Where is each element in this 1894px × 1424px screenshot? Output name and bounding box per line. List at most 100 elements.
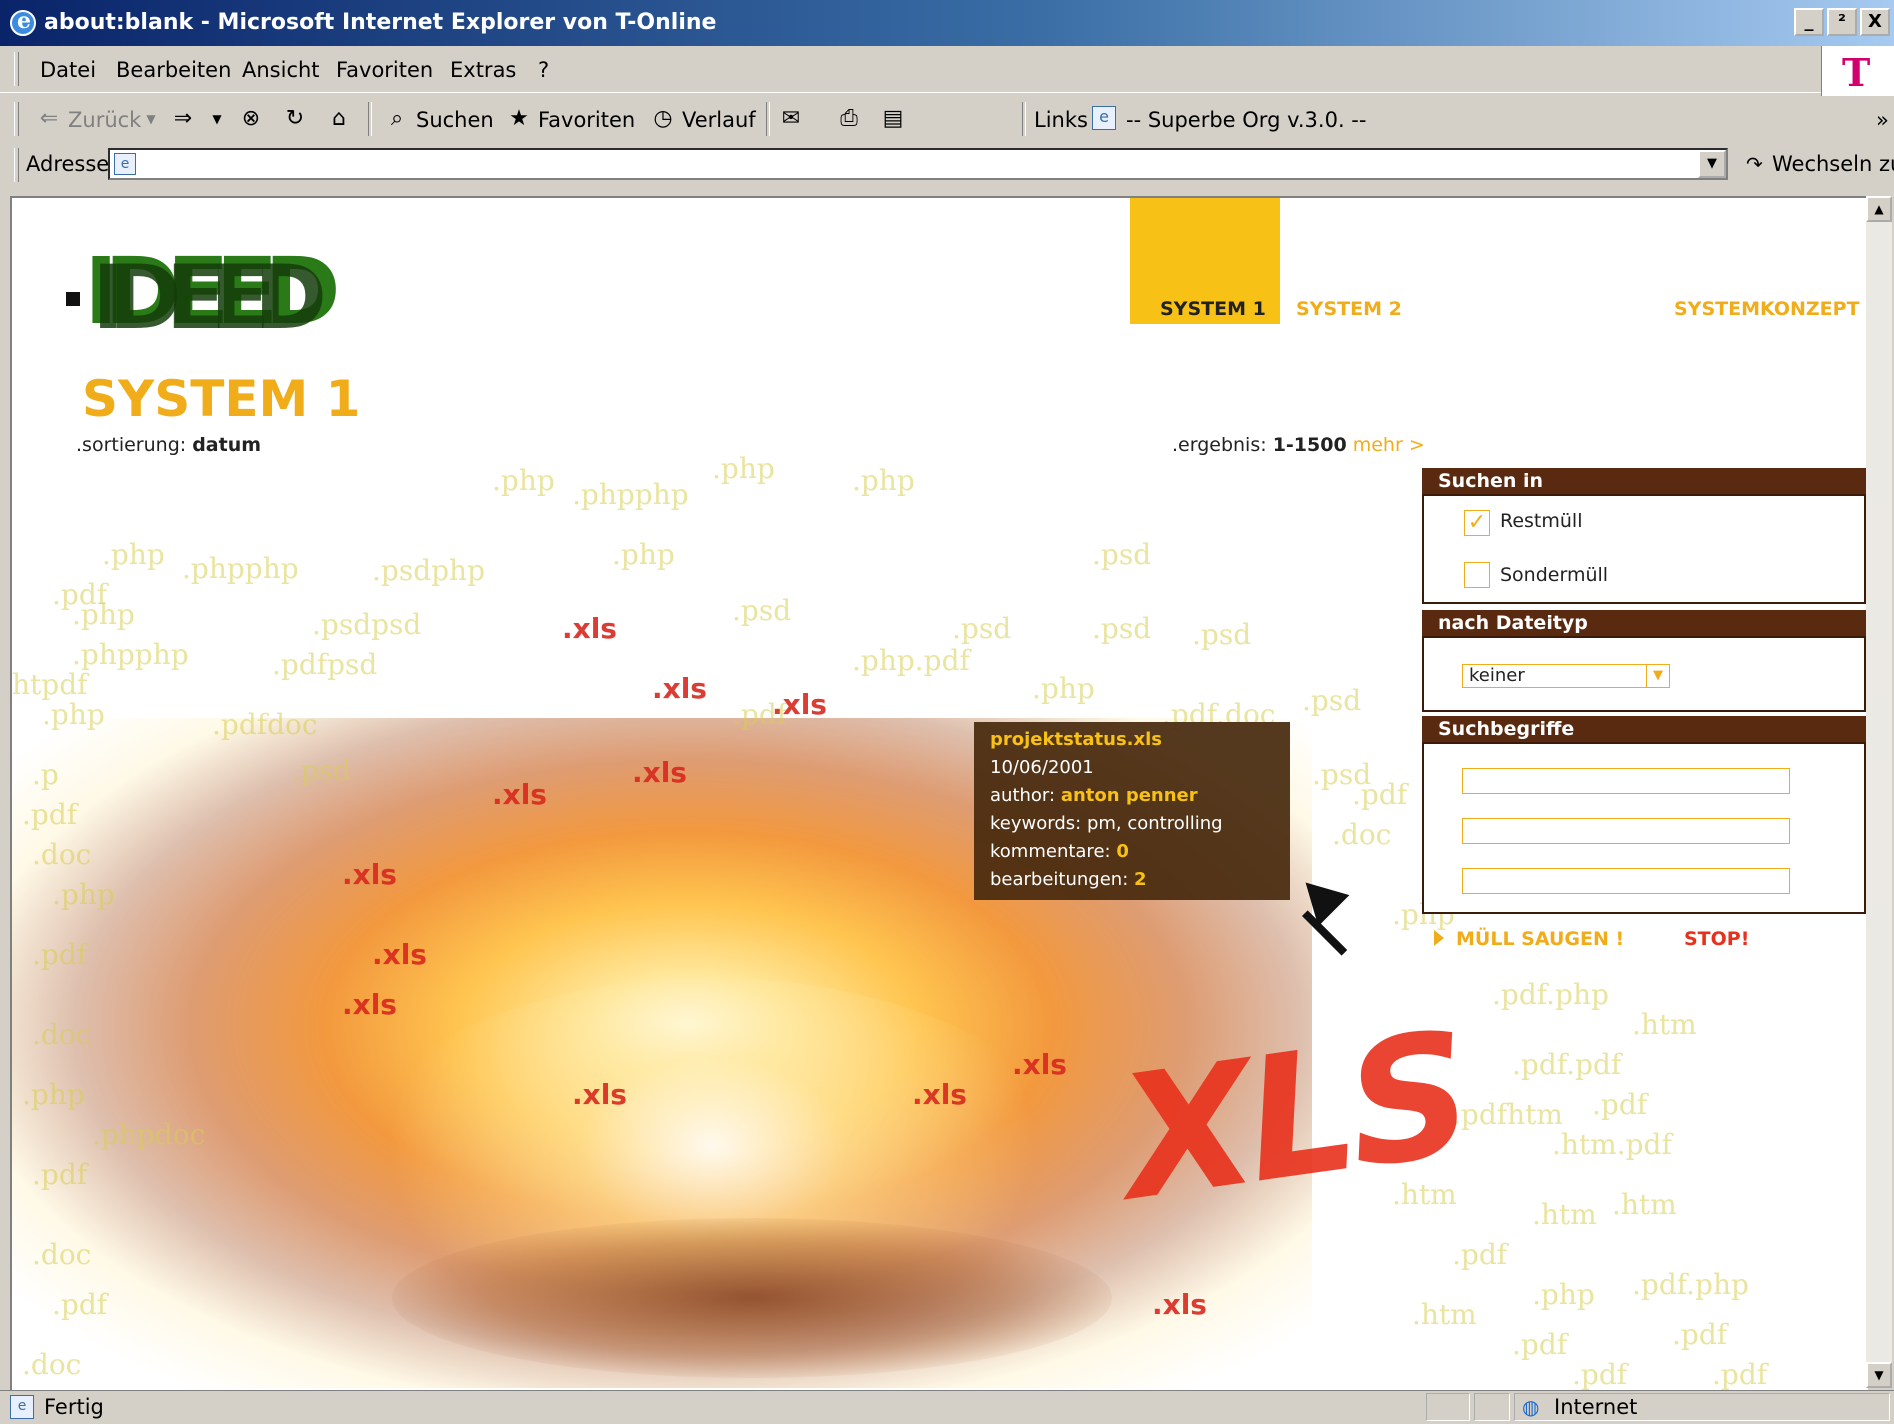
address-input[interactable]: e: [108, 148, 1728, 180]
address-bar: Adresse e ▼ ↷ Wechseln zu: [0, 144, 1894, 188]
restmuell-checkbox[interactable]: ✓: [1464, 510, 1490, 536]
vortex-shadow: [392, 1218, 1112, 1378]
menu-favoriten[interactable]: Favoriten: [336, 58, 433, 82]
more-link[interactable]: mehr >: [1353, 434, 1425, 456]
link-superbe-org[interactable]: -- Superbe Org v.3.0. --: [1126, 108, 1366, 132]
close-button[interactable]: X: [1860, 8, 1890, 36]
results-label: .ergebnis:: [1172, 434, 1267, 456]
links-label: Links: [1034, 108, 1088, 132]
tooltip-keywords-row: keywords: pm, controlling: [990, 813, 1223, 834]
stop-icon[interactable]: ⊗: [238, 106, 264, 132]
search-terms-panel: [1422, 742, 1866, 914]
maximize-button[interactable]: ²: [1827, 8, 1857, 36]
minimize-button[interactable]: _: [1794, 8, 1824, 36]
address-grip[interactable]: [14, 148, 19, 182]
menu-bearbeiten[interactable]: Bearbeiten: [116, 58, 231, 82]
history-button[interactable]: Verlauf: [682, 108, 756, 132]
nav-system-2[interactable]: SYSTEM 2: [1296, 298, 1402, 320]
go-arrow-icon: ↷: [1746, 152, 1763, 176]
search-go-button[interactable]: MÜLL SAUGEN !: [1434, 928, 1624, 950]
title-bar: about:blank - Microsoft Internet Explore…: [0, 0, 1894, 46]
standard-toolbar: ⇐ Zurück ▼ ⇒ ▼ ⊗ ↻ ⌂ ⌕ Suchen ★ Favorite…: [0, 96, 1894, 144]
toolbar-separator: [766, 102, 770, 136]
address-dropdown[interactable]: ▼: [1698, 150, 1726, 178]
file-tooltip: projektstatus.xls 10/06/2001 author: ant…: [974, 722, 1290, 900]
back-button[interactable]: Zurück: [68, 108, 141, 132]
mail-icon[interactable]: ✉: [778, 106, 804, 132]
back-arrow-icon: ⇐: [39, 106, 59, 131]
site-logo[interactable]: IDEED IDEED: [66, 242, 341, 348]
forward-arrow-icon[interactable]: ⇒: [170, 106, 196, 132]
history-icon: ◷: [653, 106, 673, 131]
sondermuell-label[interactable]: Sondermüll: [1500, 564, 1608, 586]
back-dropdown-icon[interactable]: ▼: [138, 106, 164, 132]
toolbar-separator: [1022, 102, 1026, 136]
link-page-icon: e: [1092, 106, 1116, 130]
zone-text: Internet: [1554, 1395, 1638, 1419]
search-in-heading: Suchen in: [1422, 468, 1866, 494]
play-triangle-icon: [1434, 930, 1444, 946]
results-info: .ergebnis: 1-1500 mehr >: [1172, 434, 1425, 456]
refresh-icon[interactable]: ↻: [282, 106, 308, 132]
search-terms-heading: Suchbegriffe: [1422, 716, 1866, 742]
search-icon: ⌕: [390, 106, 404, 131]
nav-system-1[interactable]: SYSTEM 1: [1160, 298, 1266, 320]
search-term-input-3[interactable]: [1462, 868, 1790, 894]
address-label: Adresse: [26, 152, 110, 176]
status-panel: [1474, 1393, 1510, 1421]
menu-datei[interactable]: Datei: [40, 58, 96, 82]
scroll-up-button[interactable]: ▲: [1866, 196, 1892, 222]
window-title: about:blank - Microsoft Internet Explore…: [44, 10, 717, 35]
tooltip-filename: projektstatus.xls: [990, 729, 1163, 750]
toolbar-separator: [368, 102, 372, 136]
forward-dropdown-icon[interactable]: ▼: [204, 106, 230, 132]
page-status-icon: e: [10, 1395, 34, 1419]
search-in-panel: ✓ Restmüll Sondermüll: [1422, 494, 1866, 604]
home-icon[interactable]: ⌂: [326, 106, 352, 132]
sort-value[interactable]: datum: [192, 434, 261, 456]
menu-ansicht[interactable]: Ansicht: [242, 58, 320, 82]
status-panel: [1426, 1393, 1470, 1421]
ie-icon: [10, 8, 36, 36]
file-type-heading: nach Dateityp: [1422, 610, 1866, 636]
restmuell-label[interactable]: Restmüll: [1500, 510, 1583, 532]
stop-button[interactable]: STOP!: [1684, 928, 1749, 950]
search-term-input-2[interactable]: [1462, 818, 1790, 844]
scroll-down-button[interactable]: ▼: [1866, 1362, 1892, 1388]
edit-icon[interactable]: ▤: [880, 106, 906, 132]
nav-systemkonzept[interactable]: SYSTEMKONZEPT: [1674, 298, 1860, 320]
go-button[interactable]: Wechseln zu: [1772, 152, 1894, 176]
results-value: 1-1500: [1272, 434, 1347, 456]
search-term-input-1[interactable]: [1462, 768, 1790, 794]
menu-extras[interactable]: Extras: [450, 58, 516, 82]
page-icon: e: [114, 153, 136, 175]
search-button[interactable]: Suchen: [416, 108, 494, 132]
tooltip-comments-row: kommentare: 0: [990, 841, 1129, 862]
tooltip-date: 10/06/2001: [990, 757, 1094, 778]
menu-grip[interactable]: [14, 52, 19, 86]
tooltip-author-row: author: anton penner: [990, 785, 1198, 806]
favorites-icon: ★: [509, 106, 529, 131]
file-type-select[interactable]: keiner ▼: [1462, 664, 1670, 688]
page-viewport: .php .phpphp .php .php .php .phpphp .psd…: [10, 196, 1868, 1390]
file-type-panel: keiner ▼: [1422, 636, 1866, 712]
menu-bar: Datei Bearbeiten Ansicht Favoriten Extra…: [0, 46, 1894, 93]
toolbar-chevron[interactable]: »: [1876, 108, 1889, 132]
vertical-scrollbar[interactable]: ▲ ▼: [1866, 196, 1892, 1388]
status-bar: e Fertig ◍ Internet: [0, 1390, 1894, 1424]
chevron-down-icon[interactable]: ▼: [1646, 665, 1669, 687]
window-controls: _ ² X: [1794, 8, 1890, 36]
print-icon[interactable]: ⎙: [836, 106, 862, 132]
status-text: Fertig: [44, 1395, 104, 1419]
logo-dot: [66, 292, 80, 306]
sort-label: .sortierung:: [76, 434, 187, 456]
globe-icon: ◍: [1522, 1395, 1540, 1419]
sort-info: .sortierung: datum: [76, 434, 261, 456]
sondermuell-checkbox[interactable]: [1464, 562, 1490, 588]
t-online-logo: T: [1821, 46, 1894, 96]
favorites-button[interactable]: Favoriten: [538, 108, 635, 132]
page-title: SYSTEM 1: [82, 370, 361, 428]
tooltip-edits-row: bearbeitungen: 2: [990, 869, 1147, 890]
menu-help[interactable]: ?: [538, 58, 549, 82]
toolbar-grip[interactable]: [14, 102, 19, 136]
